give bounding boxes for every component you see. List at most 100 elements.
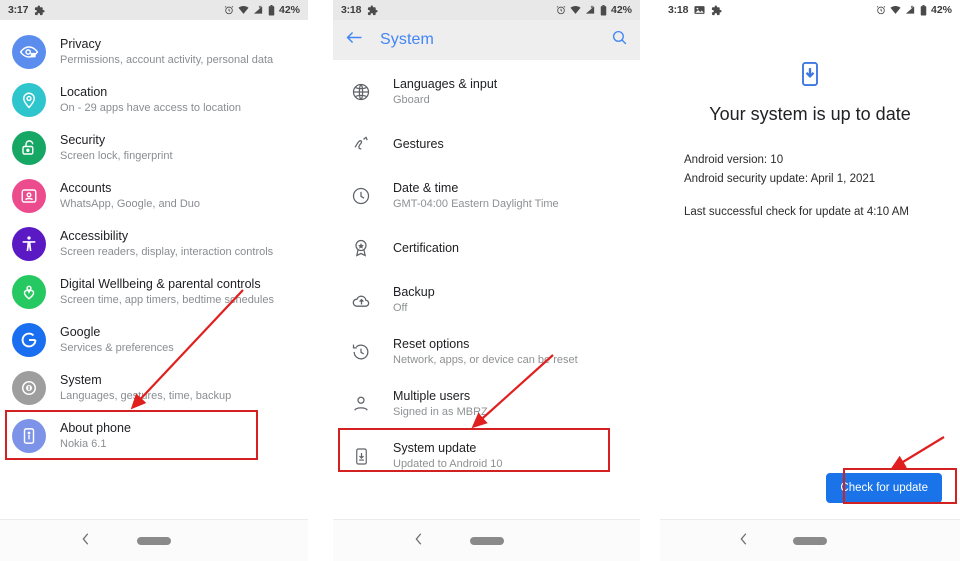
image-icon [694,5,705,15]
update-heading: Your system is up to date [709,104,911,124]
row-title: Security [60,133,106,147]
settings-row-accounts[interactable]: Accounts WhatsApp, Google, and Duo [0,172,308,220]
row-title: System update [393,441,477,455]
row-subtitle: On - 29 apps have access to location [60,102,241,114]
settings-row-google[interactable]: Google Services & preferences [0,316,308,364]
row-subtitle: Off [393,302,408,314]
row-subtitle: Services & preferences [60,342,174,354]
settings-row-security[interactable]: Security Screen lock, fingerprint [0,124,308,172]
check-for-update-button[interactable]: Check for update [826,473,942,503]
status-time: 3:17 [8,4,29,16]
wifi-icon [238,5,249,15]
row-subtitle: Screen readers, display, interaction con… [60,246,274,258]
system-update-blue-icon [676,60,944,88]
alarm-icon [876,5,886,15]
cloud-upload-icon [347,283,375,317]
system-row-certification[interactable]: Certification [333,222,640,274]
globe-icon [347,75,375,109]
location-pin-icon [12,83,46,117]
settings-row-privacy[interactable]: Privacy Permissions, account activity, p… [0,28,308,76]
clock-icon [347,179,375,213]
status-bar: 3:18 42% [660,0,960,20]
home-pill-icon[interactable] [793,536,827,545]
battery-percent: 42% [610,4,632,16]
page-title: System [380,31,434,48]
phone-panel-system-update: 3:18 42% Your system is up to date Andro… [660,0,960,561]
signal-icon [905,5,916,15]
row-title: Gestures [393,137,444,151]
wifi-icon [570,5,581,15]
row-title: Backup [393,285,435,299]
person-icon [347,387,375,421]
battery-percent: 42% [278,4,300,16]
status-bar: 3:18 42% [333,0,640,20]
check-for-update-wrap: Check for update [826,473,942,503]
navigation-bar [0,519,308,561]
row-title: Reset options [393,337,470,351]
google-g-icon [12,323,46,357]
system-row-languages-input[interactable]: Languages & input Gboard [333,66,640,118]
wifi-icon [890,5,901,15]
row-subtitle: WhatsApp, Google, and Duo [60,198,201,210]
signal-icon [253,5,264,15]
settings-row-about-phone[interactable]: About phone Nokia 6.1 [0,412,308,460]
puzzle-icon [711,4,722,16]
arrow-back-icon[interactable] [345,29,364,51]
phone-panel-system: 3:18 42% System Languages & input Gboard… [333,0,640,561]
system-row-system-update[interactable]: System update Updated to Android 10 [333,430,640,482]
system-update-icon [347,439,375,473]
security-update-line: Android security update: April 1, 2021 [684,173,876,185]
battery-percent: 42% [930,4,952,16]
row-title: Multiple users [393,389,471,403]
row-subtitle: Updated to Android 10 [393,458,503,470]
update-details: Android version: 10 Android security upd… [676,151,944,222]
signal-icon [585,5,596,15]
navigation-bar [333,519,640,561]
settings-row-digital-wellbeing[interactable]: Digital Wellbeing & parental controls Sc… [0,268,308,316]
certificate-badge-icon [347,231,375,265]
row-title: Location [60,85,108,99]
alarm-icon [556,5,566,15]
row-subtitle: Nokia 6.1 [60,438,107,450]
row-title: Google [60,325,101,339]
settings-row-location[interactable]: Location On - 29 apps have access to loc… [0,76,308,124]
row-title: Accounts [60,181,112,195]
back-chevron-icon[interactable] [413,532,424,550]
android-version-line: Android version: 10 [684,154,784,166]
back-chevron-icon[interactable] [739,532,750,550]
system-settings-list: Languages & input Gboard Gestures Date &… [333,60,640,482]
battery-icon [920,4,927,16]
back-chevron-icon[interactable] [81,532,92,550]
privacy-eye-icon [12,35,46,69]
settings-row-accessibility[interactable]: Accessibility Screen readers, display, i… [0,220,308,268]
phone-panel-settings-main: 3:17 42% Privacy Permissions, account ac… [0,0,308,561]
search-icon[interactable] [611,29,628,51]
navigation-bar [660,519,960,561]
system-row-multiple-users[interactable]: Multiple users Signed in as MBRZ [333,378,640,430]
row-subtitle: Network, apps, or device can be reset [393,354,578,366]
system-info-icon [12,371,46,405]
system-row-gestures[interactable]: Gestures [333,118,640,170]
row-subtitle: Permissions, account activity, personal … [60,54,274,66]
status-bar: 3:17 42% [0,0,308,20]
status-time: 3:18 [341,4,362,16]
account-card-icon [12,179,46,213]
history-reset-icon [347,335,375,369]
puzzle-icon [367,4,378,16]
system-row-backup[interactable]: Backup Off [333,274,640,326]
row-subtitle: Screen time, app timers, bedtime schedul… [60,294,274,306]
row-subtitle: Screen lock, fingerprint [60,150,173,162]
row-title: Certification [393,241,459,255]
accessibility-icon [12,227,46,261]
home-pill-icon[interactable] [137,536,171,545]
settings-row-system[interactable]: System Languages, gestures, time, backup [0,364,308,412]
row-title: System [60,373,102,387]
system-row-date-time[interactable]: Date & time GMT-04:00 Eastern Daylight T… [333,170,640,222]
row-title: About phone [60,421,131,435]
battery-icon [268,4,275,16]
system-row-reset-options[interactable]: Reset options Network, apps, or device c… [333,326,640,378]
home-pill-icon[interactable] [469,536,504,545]
row-title: Languages & input [393,77,498,91]
lock-icon [12,131,46,165]
row-title: Privacy [60,37,101,51]
